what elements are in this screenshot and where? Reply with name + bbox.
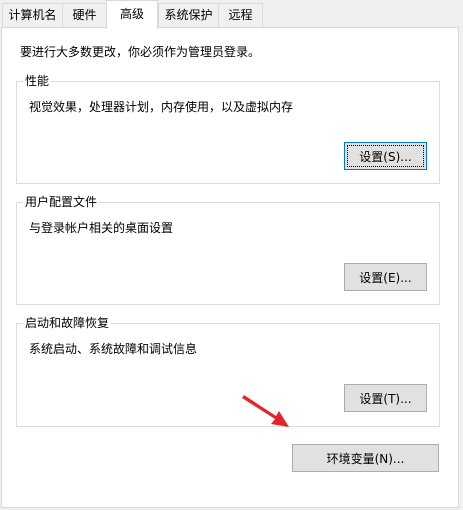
annotation-arrow <box>242 395 289 427</box>
user-profiles-title: 用户配置文件 <box>23 194 100 210</box>
performance-title: 性能 <box>23 73 52 89</box>
performance-settings-button[interactable]: 设置(S)... <box>344 142 427 170</box>
tab-strip: 计算机名 硬件 高级 系统保护 远程 <box>0 0 463 29</box>
tab-remote[interactable]: 远程 <box>218 3 263 27</box>
tab-advanced[interactable]: 高级 <box>106 0 158 29</box>
startup-recovery-settings-button[interactable]: 设置(T)... <box>344 384 427 412</box>
user-profiles-settings-button[interactable]: 设置(E)... <box>344 263 427 291</box>
user-profiles-description: 与登录帐户相关的桌面设置 <box>29 221 174 235</box>
annotation-arrow-shape <box>242 395 289 427</box>
tab-computer-name[interactable]: 计算机名 <box>2 3 63 27</box>
startup-recovery-description: 系统启动、系统故障和调试信息 <box>29 342 198 356</box>
environment-variables-button[interactable]: 环境变量(N)... <box>292 444 439 472</box>
performance-description: 视觉效果，处理器计划，内存使用，以及虚拟内存 <box>29 100 294 114</box>
tab-system-protection[interactable]: 系统保护 <box>158 3 219 27</box>
tab-hardware[interactable]: 硬件 <box>62 3 107 27</box>
admin-note: 要进行大多数更改，你必须作为管理员登录。 <box>20 45 261 59</box>
startup-recovery-title: 启动和故障恢复 <box>23 315 112 331</box>
